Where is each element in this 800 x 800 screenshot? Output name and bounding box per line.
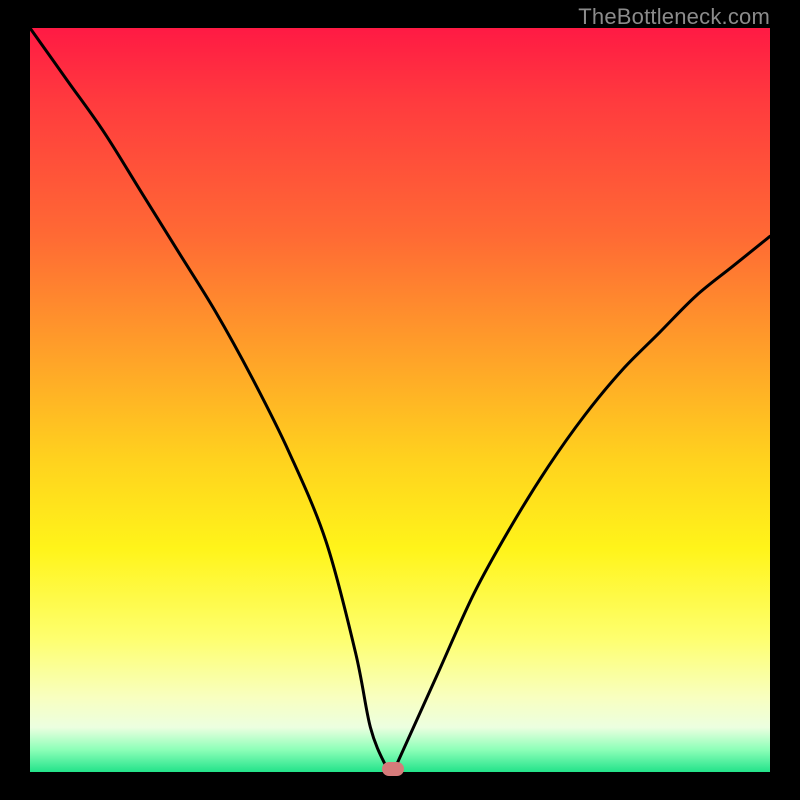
bottleneck-curve [30,28,770,772]
frame: TheBottleneck.com [0,0,800,800]
watermark-text: TheBottleneck.com [578,4,770,30]
optimum-marker [382,762,404,776]
plot-area [30,28,770,772]
